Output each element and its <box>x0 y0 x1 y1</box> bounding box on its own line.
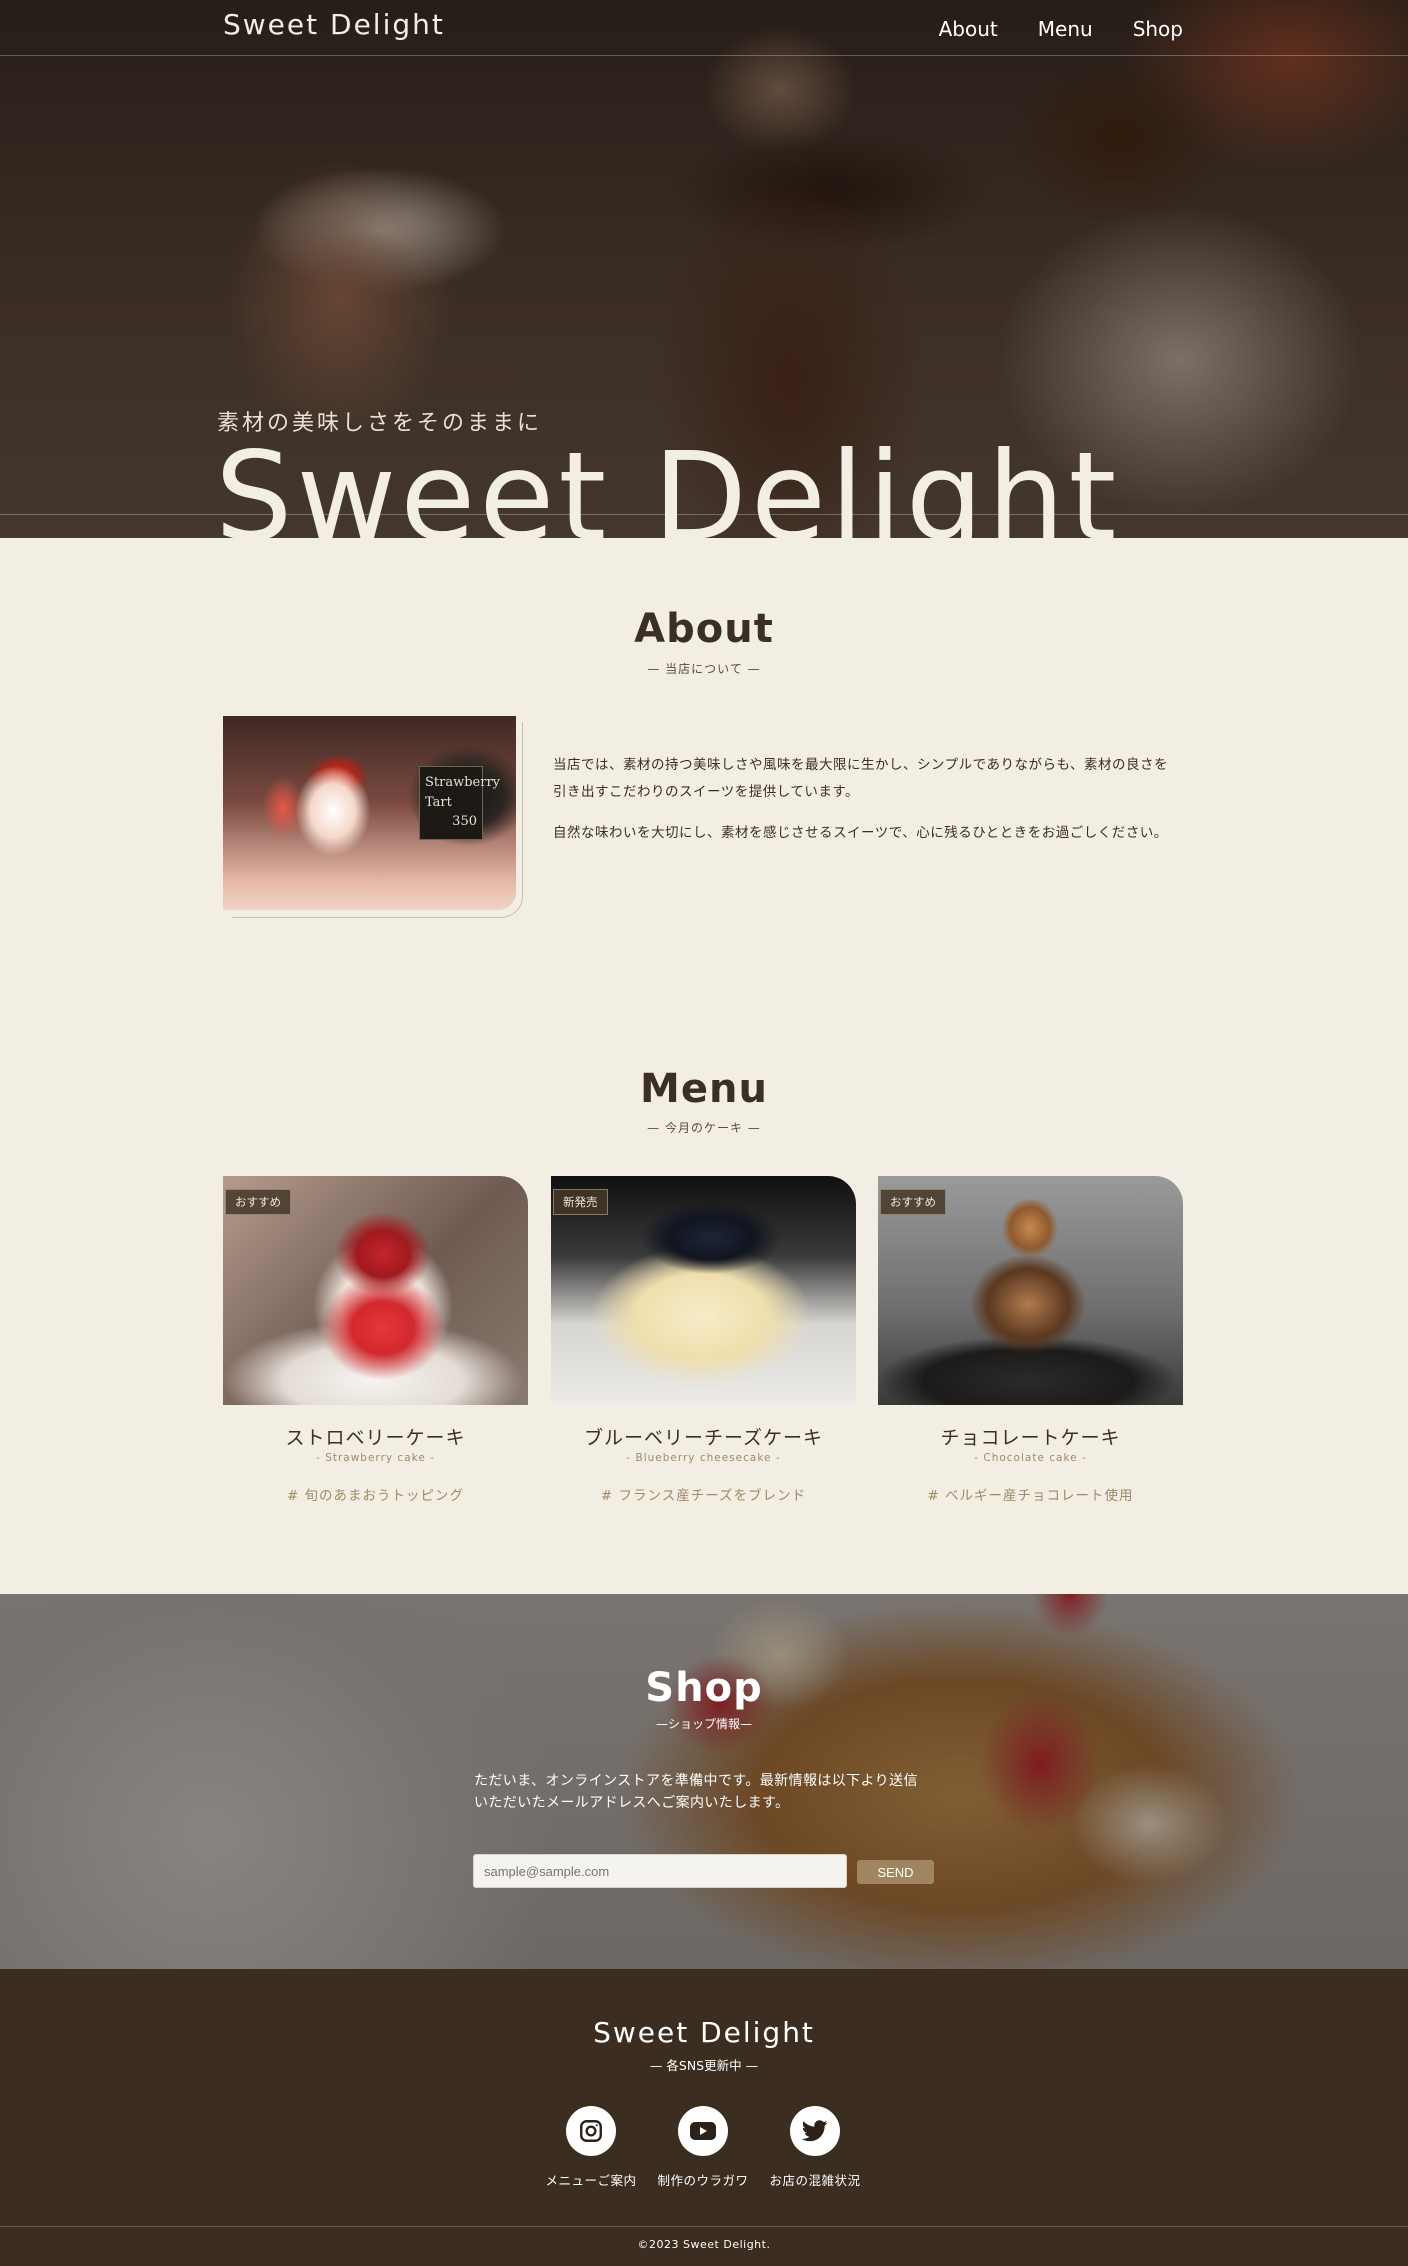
menu-card-blueberry[interactable]: 新発売 ブルーベリーチーズケーキ - Blueberry cheesecake … <box>551 1176 856 1504</box>
footer-logo: Sweet Delight <box>593 2016 815 2049</box>
menu-item-english: - Strawberry cake - <box>316 1452 435 1464</box>
menu-badge: おすすめ <box>880 1189 946 1215</box>
sns-link-youtube[interactable]: 制作のウラガワ <box>638 2106 768 2189</box>
price-sign-price: 350 <box>452 814 477 829</box>
site-logo[interactable]: Sweet Delight <box>223 8 445 41</box>
footer-divider <box>0 2226 1408 2227</box>
about-paragraph: 自然な味わいを大切にし、素材を感じさせるスイーツで、心に残るひとときをお過ごしく… <box>553 825 1168 841</box>
strawberry-cake-image: おすすめ <box>223 1176 528 1405</box>
twitter-icon[interactable] <box>790 2106 840 2156</box>
menu-card-chocolate[interactable]: おすすめ チョコレートケーキ - Chocolate cake - # ベルギー… <box>878 1176 1183 1504</box>
hero-title: Sweet Delight <box>215 426 1121 538</box>
menu-subtitle: — 今月のケーキ — <box>647 1121 761 1135</box>
sns-label: 制作のウラガワ <box>657 2173 749 2188</box>
hero-section: Sweet Delight About Menu Shop 素材の美味しさをその… <box>0 0 1408 538</box>
main-nav: About Menu Shop <box>939 17 1183 41</box>
shop-section: Shop —ショップ情報— ただいま、オンラインストアを準備中です。最新情報は以… <box>0 1594 1408 1969</box>
about-subtitle: — 当店について — <box>647 662 761 676</box>
shop-description: ただいま、オンラインストアを準備中です。最新情報は以下より送信 いただいたメール… <box>474 1770 944 1815</box>
menu-badge: おすすめ <box>225 1189 291 1215</box>
shop-subtitle: —ショップ情報— <box>655 1717 752 1731</box>
send-button[interactable]: SEND <box>857 1860 934 1884</box>
about-description: 当店では、素材の持つ美味しさや風味を最大限に生かし、シンプルでありながらも、素材… <box>553 752 1178 847</box>
about-image: Strawberry Tart 350 <box>223 716 516 910</box>
menu-item-tag: # ベルギー産チョコレート使用 <box>927 1488 1134 1504</box>
menu-item-english: - Blueberry cheesecake - <box>626 1452 781 1464</box>
menu-card-strawberry[interactable]: おすすめ ストロベリーケーキ - Strawberry cake - # 旬のあ… <box>223 1176 528 1504</box>
blueberry-cheesecake-image: 新発売 <box>551 1176 856 1405</box>
price-sign-text: Strawberry Tart <box>425 775 501 810</box>
sns-label: メニューご案内 <box>545 2173 637 2188</box>
about-title: About <box>634 606 774 652</box>
about-paragraph: 当店では、素材の持つ美味しさや風味を最大限に生かし、シンプルでありながらも、素材… <box>553 757 1169 800</box>
copyright: ©2023 Sweet Delight. <box>637 2238 771 2251</box>
menu-item-name: ストロベリーケーキ <box>285 1427 466 1449</box>
price-sign: Strawberry Tart 350 <box>419 766 501 840</box>
menu-item-tag: # 旬のあまおうトッピング <box>286 1488 465 1504</box>
menu-badge: 新発売 <box>553 1189 608 1215</box>
sns-link-twitter[interactable]: お店の混雑状況 <box>750 2106 880 2189</box>
chocolate-cake-image: おすすめ <box>878 1176 1183 1405</box>
hero-divider-top <box>0 55 1408 56</box>
sns-label: お店の混雑状況 <box>769 2173 861 2188</box>
menu-item-english: - Chocolate cake - <box>974 1452 1087 1464</box>
instagram-icon[interactable] <box>566 2106 616 2156</box>
nav-about[interactable]: About <box>939 17 998 41</box>
footer-subtitle: — 各SNS更新中 — <box>649 2058 759 2073</box>
menu-title: Menu <box>640 1066 768 1112</box>
menu-item-tag: # フランス産チーズをブレンド <box>600 1488 807 1504</box>
menu-item-name: ブルーベリーチーズケーキ <box>583 1427 824 1449</box>
menu-item-name: チョコレートケーキ <box>940 1427 1121 1449</box>
shop-title: Shop <box>645 1665 763 1711</box>
email-input[interactable] <box>473 1854 847 1888</box>
shop-text-line: ただいま、オンラインストアを準備中です。最新情報は以下より送信 <box>474 1773 918 1789</box>
nav-menu[interactable]: Menu <box>1038 17 1093 41</box>
sns-link-instagram[interactable]: メニューご案内 <box>526 2106 656 2189</box>
youtube-icon[interactable] <box>678 2106 728 2156</box>
footer: Sweet Delight — 各SNS更新中 — メニューご案内 制作のウラガ… <box>0 1969 1408 2266</box>
shop-text-line: いただいたメールアドレスへご案内いたします。 <box>474 1795 790 1812</box>
nav-shop[interactable]: Shop <box>1133 17 1183 41</box>
